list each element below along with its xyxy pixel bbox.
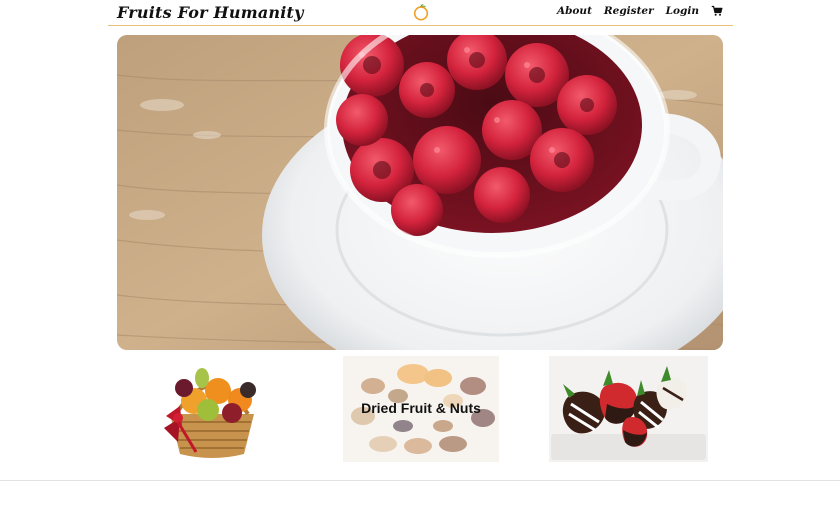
nav-register-link[interactable]: Register	[604, 5, 654, 17]
chocolate-strawberries-image	[549, 356, 708, 462]
category-dipped-strawberries[interactable]	[549, 356, 708, 462]
hero-image-raspberries	[117, 35, 723, 350]
top-navbar: Fruits For Humanity About Register Login	[108, 0, 733, 26]
nav-links: About Register Login	[557, 5, 723, 17]
category-dried-fruit-nuts[interactable]: Dried Fruit & Nuts	[343, 356, 499, 462]
category-dried-fruit-nuts-label: Dried Fruit & Nuts	[361, 400, 481, 416]
nav-login-link[interactable]: Login	[666, 5, 699, 17]
orange-fruit-icon[interactable]	[412, 3, 430, 21]
brand-logo-text[interactable]: Fruits For Humanity	[117, 3, 304, 22]
nav-about-link[interactable]: About	[557, 5, 592, 17]
fruit-basket-image	[164, 368, 256, 458]
raspberries-cup-photo	[117, 35, 723, 350]
shopping-cart-icon[interactable]	[711, 5, 723, 17]
footer-divider	[0, 480, 840, 481]
category-fruit-baskets[interactable]	[156, 356, 268, 462]
